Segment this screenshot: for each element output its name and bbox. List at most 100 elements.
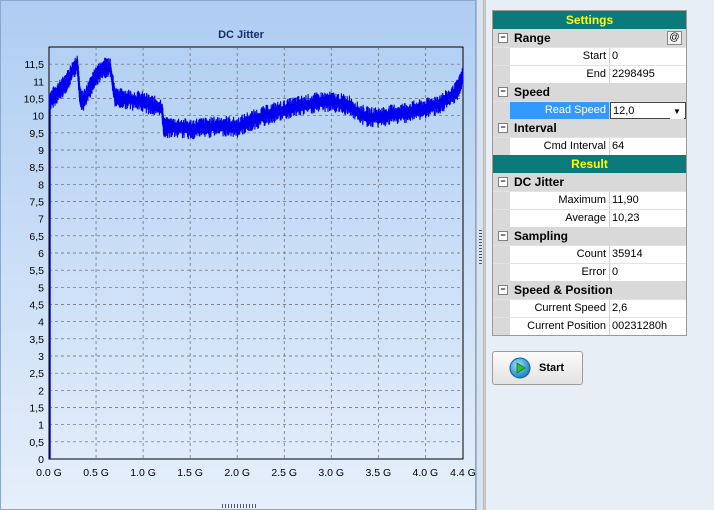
property-label: Current Position: [510, 318, 610, 335]
y-tick-label: 11,5: [24, 59, 44, 71]
y-tick-label: 11: [33, 76, 44, 88]
property-row-count: Count 35914: [493, 245, 686, 263]
at-button[interactable]: @: [667, 31, 682, 45]
collapse-toggle-icon[interactable]: −: [498, 33, 508, 43]
property-row-error: Error 0: [493, 263, 686, 281]
maximum-value: 11,90: [610, 192, 686, 209]
property-row-cmd-interval[interactable]: Cmd Interval 64: [493, 137, 686, 155]
error-value: 0: [610, 264, 686, 281]
x-tick-label: 0.5 G: [83, 467, 109, 479]
start-value[interactable]: 0: [610, 48, 686, 65]
series-line: [48, 55, 464, 140]
y-tick-label: 3,5: [29, 334, 44, 346]
property-row-maximum: Maximum 11,90: [493, 191, 686, 209]
property-label: Cmd Interval: [510, 138, 610, 155]
average-value: 10,23: [610, 210, 686, 227]
x-tick-label: 1.0 G: [130, 467, 156, 479]
category-sampling[interactable]: − Sampling: [493, 227, 686, 245]
x-tick-label: 1.5 G: [177, 467, 203, 479]
property-row-average: Average 10,23: [493, 209, 686, 227]
category-range[interactable]: − Range @: [493, 29, 686, 47]
y-tick-label: 6: [38, 248, 44, 260]
x-axis-ticks: 0.0 G 0.5 G 1.0 G 1.5 G 2.0 G 2.5 G 3.0 G 3.5 G…: [36, 467, 476, 479]
x-tick-label: 2.5 G: [271, 467, 297, 479]
x-tick-label: 0.0 G: [36, 467, 62, 479]
bottom-splitter-grip-icon[interactable]: [222, 504, 258, 508]
y-tick-label: 6,5: [29, 231, 44, 243]
read-speed-value: 12,0: [613, 105, 635, 117]
right-panel: Settings − Range @ Start 0 End 2298495 −…: [485, 0, 714, 510]
category-label: Interval: [514, 121, 557, 135]
cmd-interval-value[interactable]: 64: [610, 138, 686, 155]
dc-jitter-chart: DC Jitter 00,511,522,533,544,555,566,577…: [24, 29, 476, 479]
current-speed-value: 2,6: [610, 300, 686, 317]
result-header: Result: [493, 155, 686, 173]
x-tick-label: 2.0 G: [224, 467, 250, 479]
y-tick-label: 3: [38, 351, 44, 363]
category-speed[interactable]: − Speed: [493, 83, 686, 101]
property-label: Count: [510, 246, 610, 263]
chart-title: DC Jitter: [218, 29, 265, 41]
property-label: Current Speed: [510, 300, 610, 317]
collapse-toggle-icon[interactable]: −: [498, 123, 508, 133]
category-label: Speed: [514, 85, 551, 99]
y-tick-label: 1: [38, 420, 44, 432]
category-speed-position[interactable]: − Speed & Position: [493, 281, 686, 299]
category-label: Range: [514, 31, 551, 45]
property-row-read-speed[interactable]: Read Speed 12,0 ▼: [493, 101, 686, 119]
y-tick-label: 1,5: [29, 403, 44, 415]
end-value[interactable]: 2298495: [610, 66, 686, 83]
property-grid: Settings − Range @ Start 0 End 2298495 −…: [492, 10, 687, 336]
property-row-start[interactable]: Start 0: [493, 47, 686, 65]
x-tick-label: 4.4 G: [450, 467, 476, 479]
y-tick-label: 4,5: [29, 300, 44, 312]
property-label: Maximum: [510, 192, 610, 209]
y-tick-label: 2,5: [29, 368, 44, 380]
category-label: Speed & Position: [514, 283, 613, 297]
y-tick-label: 4: [38, 317, 44, 329]
y-tick-label: 7: [38, 214, 44, 226]
property-label: Start: [510, 48, 610, 65]
y-tick-label: 8,5: [29, 162, 44, 174]
read-speed-select[interactable]: 12,0 ▼: [610, 102, 686, 119]
category-interval[interactable]: − Interval: [493, 119, 686, 137]
start-button-label: Start: [539, 362, 565, 374]
property-row-current-position: Current Position 00231280h: [493, 317, 686, 335]
y-tick-label: 0,5: [29, 437, 44, 449]
y-tick-label: 2: [38, 385, 44, 397]
y-tick-label: 7,5: [29, 197, 44, 209]
property-label: End: [510, 66, 610, 83]
collapse-toggle-icon[interactable]: −: [498, 231, 508, 241]
x-tick-label: 3.0 G: [318, 467, 344, 479]
property-row-current-speed: Current Speed 2,6: [493, 299, 686, 317]
property-label: Average: [510, 210, 610, 227]
start-button[interactable]: Start: [492, 351, 583, 385]
category-label: DC Jitter: [514, 175, 565, 189]
collapse-toggle-icon[interactable]: −: [498, 87, 508, 97]
y-tick-label: 8: [38, 179, 44, 191]
collapse-toggle-icon[interactable]: −: [498, 177, 508, 187]
property-label: Read Speed: [510, 102, 610, 119]
y-tick-label: 5: [38, 282, 44, 294]
y-tick-label: 5,5: [29, 265, 44, 277]
settings-header: Settings: [493, 11, 686, 29]
y-tick-label: 0: [38, 454, 44, 466]
property-label: Error: [510, 264, 610, 281]
vertical-splitter[interactable]: [476, 0, 484, 510]
category-label: Sampling: [514, 229, 569, 243]
current-position-value: 00231280h: [610, 318, 686, 335]
count-value: 35914: [610, 246, 686, 263]
y-tick-label: 10,5: [24, 94, 45, 106]
x-tick-label: 4.0 G: [413, 467, 439, 479]
y-tick-label: 9: [38, 145, 44, 157]
chart-panel: DC Jitter 0 0,5 1 1,5 2 2,5 3 3,5 4 4,5 5 5,5 6 6,5 7 7…: [0, 0, 476, 510]
play-icon: [509, 357, 531, 379]
splitter-grip-icon[interactable]: [479, 230, 482, 264]
collapse-toggle-icon[interactable]: −: [498, 285, 508, 295]
dropdown-arrow-icon[interactable]: ▼: [670, 104, 684, 119]
y-axis-ticks: 00,511,522,533,544,555,566,577,588,599,5…: [24, 59, 45, 466]
y-tick-label: 10: [32, 111, 44, 123]
property-row-end[interactable]: End 2298495: [493, 65, 686, 83]
x-tick-label: 3.5 G: [365, 467, 391, 479]
category-dc-jitter[interactable]: − DC Jitter: [493, 173, 686, 191]
